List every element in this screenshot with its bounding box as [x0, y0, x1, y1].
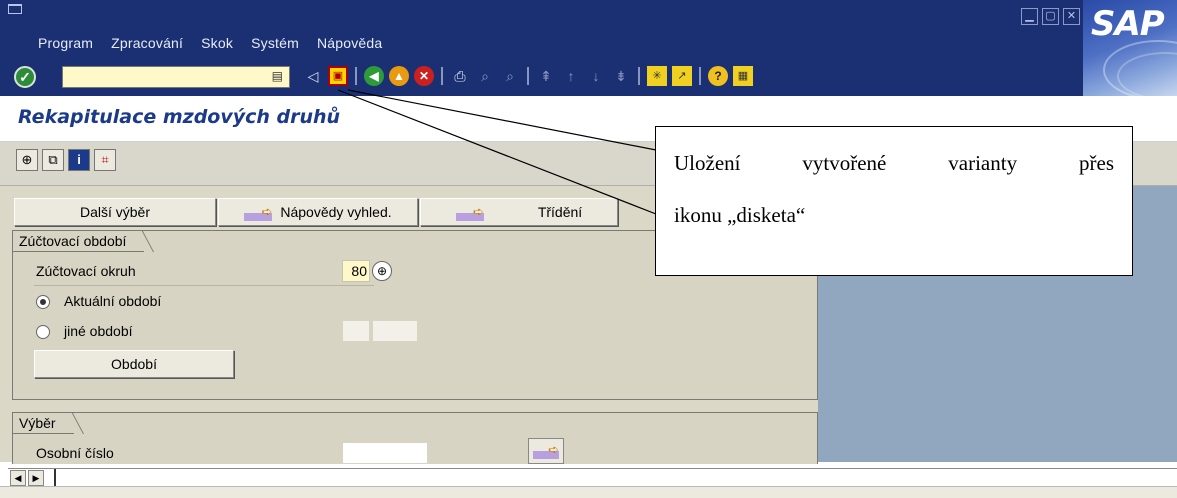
- menu-bar: Program Zpracování Skok Systém Nápověda …: [0, 0, 1177, 58]
- last-page-icon[interactable]: ⇟: [611, 66, 631, 86]
- horizontal-scrollbar[interactable]: ◀ ▶: [8, 468, 1177, 487]
- multiple-selection-button[interactable]: ➪: [528, 438, 564, 464]
- callout-line-1: Uložení vytvořené varianty přes: [674, 151, 1114, 175]
- value-help-icon[interactable]: ⊕: [372, 261, 392, 281]
- check-icon[interactable]: ✓: [14, 66, 36, 88]
- menu-item-system[interactable]: Systém: [251, 35, 299, 51]
- obdobi-period-field[interactable]: [342, 320, 370, 342]
- sap-logo: SAP: [1083, 0, 1177, 96]
- floppy-disk-icon[interactable]: ▣: [328, 66, 348, 86]
- next-page-icon[interactable]: ↓: [586, 66, 606, 86]
- system-menu-icon[interactable]: [8, 4, 22, 14]
- callout-box: Uložení vytvořené varianty přes ikonu „d…: [655, 126, 1133, 276]
- toolbar-icons: ◁ ▣ ◀ ▲ ✕ ⎙ ⌕ ⌕ ⇞ ↑ ↓ ⇟ ✳ ↗ ? ▦: [303, 66, 753, 86]
- scroll-left-icon[interactable]: ◀: [10, 470, 26, 486]
- arrow-right-icon: ➪: [533, 443, 559, 459]
- back-icon[interactable]: ◀: [364, 66, 384, 86]
- aktualni-obdobi-label: Aktuální období: [64, 293, 162, 309]
- arrow-right-icon: ➪: [244, 205, 273, 222]
- shortcut-icon[interactable]: ↗: [672, 66, 692, 86]
- print-icon[interactable]: ⎙: [450, 66, 470, 86]
- find-next-icon[interactable]: ⌕: [500, 66, 520, 86]
- selection-options-icon[interactable]: ⌗: [94, 149, 116, 171]
- osobni-cislo-label: Osobní číslo: [36, 445, 114, 461]
- page-title: Rekapitulace mzdových druhů: [18, 106, 341, 128]
- radio-aktualni-obdobi[interactable]: [36, 295, 50, 309]
- osobni-cislo-field[interactable]: [342, 442, 428, 464]
- help-icon[interactable]: ?: [708, 66, 728, 86]
- previous-page-icon[interactable]: ↑: [561, 66, 581, 86]
- status-bar: [0, 486, 1177, 498]
- menu-item-napoveda[interactable]: Nápověda: [317, 35, 382, 51]
- command-field[interactable]: ▤: [62, 66, 290, 88]
- back-arrow-icon[interactable]: ◁: [303, 66, 323, 86]
- first-page-icon[interactable]: ⇞: [536, 66, 556, 86]
- execute-icon[interactable]: ⊕: [16, 149, 38, 171]
- scroll-right-icon[interactable]: ▶: [28, 470, 44, 486]
- layout-menu-icon[interactable]: ▦: [733, 66, 753, 86]
- standard-toolbar: ✓ ▤ ◁ ▣ ◀ ▲ ✕ ⎙ ⌕ ⌕ ⇞ ↑ ↓ ⇟ ✳ ↗ ? ▦: [0, 58, 1083, 96]
- find-icon[interactable]: ⌕: [475, 66, 495, 86]
- arrow-right-icon: ➪: [455, 205, 484, 222]
- window-controls: ▁ ▢ ✕: [1021, 8, 1080, 25]
- trideni-button[interactable]: ➪ Třídění: [420, 198, 618, 226]
- okruh-label: Zúčtovací okruh: [36, 263, 136, 279]
- info-icon[interactable]: i: [68, 149, 90, 171]
- obdobi-button[interactable]: Období: [34, 350, 234, 378]
- menu-item-zpracovani[interactable]: Zpracování: [111, 35, 183, 51]
- exit-icon[interactable]: ▲: [389, 66, 409, 86]
- menu-item-skok[interactable]: Skok: [201, 35, 233, 51]
- jine-obdobi-label: jiné období: [64, 323, 133, 339]
- get-variant-icon[interactable]: ⧉: [42, 149, 64, 171]
- menu-item-program[interactable]: Program: [38, 35, 93, 51]
- selection-group-title: Výběr: [12, 412, 74, 434]
- napovedy-vyhled-button[interactable]: ➪ Nápovědy vyhled.: [218, 198, 418, 226]
- cancel-icon[interactable]: ✕: [414, 66, 434, 86]
- history-dropdown-icon[interactable]: ▤: [272, 69, 283, 83]
- sap-logo-text: SAP: [1091, 4, 1165, 44]
- close-icon[interactable]: ✕: [1063, 8, 1080, 25]
- main-menu: Program Zpracování Skok Systém Nápověda: [38, 35, 382, 51]
- period-group-title: Zúčtovací období: [12, 230, 145, 252]
- minimize-icon[interactable]: ▁: [1021, 8, 1038, 25]
- new-session-icon[interactable]: ✳: [647, 66, 667, 86]
- okruh-field[interactable]: 80: [342, 260, 370, 282]
- maximize-icon[interactable]: ▢: [1042, 8, 1059, 25]
- dalsi-vyber-button[interactable]: Další výběr: [14, 198, 216, 226]
- obdobi-year-field[interactable]: [372, 320, 418, 342]
- radio-jine-obdobi[interactable]: [36, 325, 50, 339]
- callout-line-2: ikonu „disketa“: [674, 203, 806, 227]
- command-input[interactable]: [63, 67, 263, 87]
